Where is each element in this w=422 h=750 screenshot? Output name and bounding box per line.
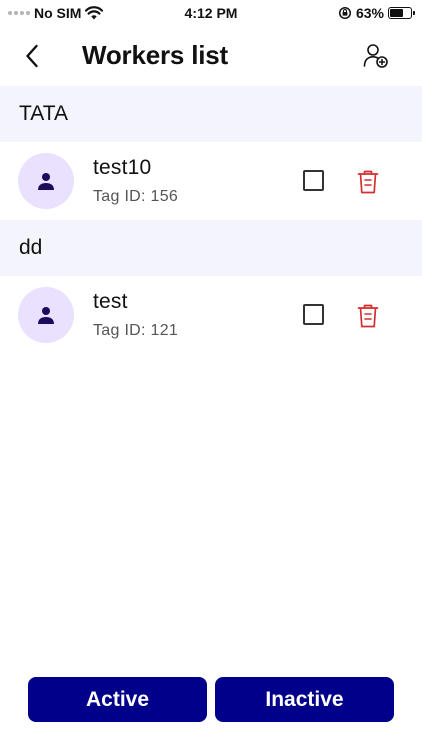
nav-header: Workers list <box>0 26 422 86</box>
inactive-button[interactable]: Inactive <box>215 677 394 722</box>
active-button[interactable]: Active <box>28 677 207 722</box>
battery-fill <box>390 9 403 17</box>
chevron-left-icon <box>26 44 38 68</box>
worker-row[interactable]: test10 Tag ID: 156 <box>0 142 422 220</box>
worker-tag-id: Tag ID: 156 <box>93 188 179 205</box>
worker-name: test10 <box>93 156 152 179</box>
worker-row[interactable]: test Tag ID: 121 <box>0 276 422 354</box>
person-icon <box>38 307 54 324</box>
group-header-dd: dd <box>0 220 422 276</box>
add-worker-button[interactable] <box>360 40 392 72</box>
delete-worker-button[interactable] <box>354 168 382 196</box>
avatar <box>18 287 74 343</box>
carrier-label: No SIM <box>34 5 82 21</box>
battery-percent: 63% <box>355 5 384 21</box>
orientation-lock-icon <box>338 6 352 20</box>
trash-icon <box>357 170 379 194</box>
delete-worker-button[interactable] <box>354 302 382 330</box>
status-left: No SIM <box>8 5 104 21</box>
trash-icon <box>357 304 379 328</box>
person-icon <box>38 173 54 190</box>
worker-name: test <box>93 290 128 313</box>
page-title: Workers list <box>82 40 228 70</box>
signal-icon <box>8 11 30 15</box>
select-checkbox[interactable] <box>303 304 324 325</box>
status-right: 63% <box>338 5 415 21</box>
add-user-icon <box>363 44 388 68</box>
battery-icon <box>388 7 415 19</box>
select-checkbox[interactable] <box>303 170 324 191</box>
avatar <box>18 153 74 209</box>
group-header-tata: TATA <box>0 86 422 142</box>
back-button[interactable] <box>18 42 46 70</box>
worker-tag-id: Tag ID: 121 <box>93 322 179 339</box>
wifi-icon <box>85 6 104 20</box>
status-bar: No SIM 4:12 PM 63% <box>0 0 422 26</box>
